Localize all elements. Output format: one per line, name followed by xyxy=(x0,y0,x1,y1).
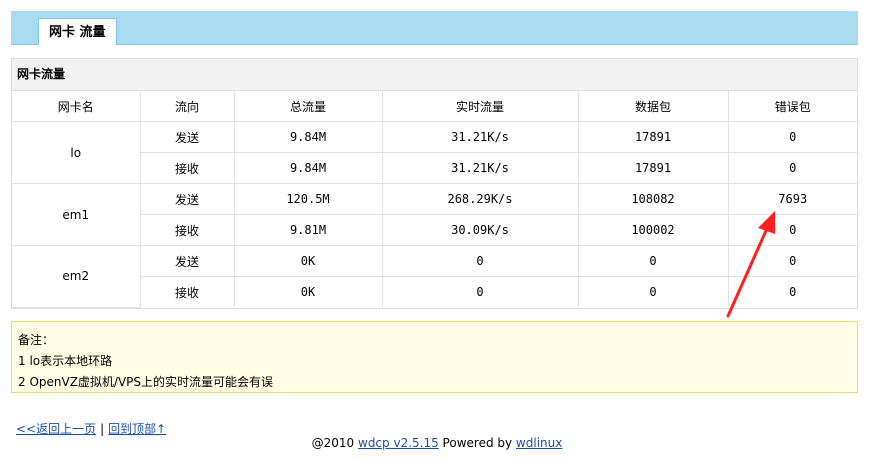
footer: @2010 wdcp v2.5.15 Powered by wdlinux xyxy=(0,436,874,450)
total-cell: 0K xyxy=(233,276,383,307)
brand-link[interactable]: wdlinux xyxy=(516,436,562,450)
panel-title: 网卡流量 xyxy=(12,59,857,91)
back-to-top-link[interactable]: 回到顶部↑ xyxy=(108,422,166,436)
direction-cell: 接收 xyxy=(140,214,235,246)
errors-cell: 0 xyxy=(727,152,857,184)
column-header: 错误包 xyxy=(727,91,857,122)
total-cell: 9.84M xyxy=(233,121,383,153)
note-box: 备注： 1 lo表示本地环路 2 OpenVZ虚拟机/VPS上的实时流量可能会有… xyxy=(11,321,858,393)
packets-cell: 100002 xyxy=(577,214,729,246)
back-link[interactable]: <<返回上一页 xyxy=(16,422,96,436)
traffic-panel: 网卡流量 网卡名 流向 总流量 实时流量 数据包 错误包 lo 发送 9.84M… xyxy=(11,58,858,309)
direction-cell: 发送 xyxy=(139,245,235,277)
total-cell: 0K xyxy=(233,245,383,277)
footer-powered-by: Powered by xyxy=(438,436,516,450)
packets-cell: 17891 xyxy=(577,121,729,153)
direction-cell: 发送 xyxy=(139,183,235,215)
table-row: em2 发送 0K 0 0 0 xyxy=(12,245,857,308)
rate-cell: 30.09K/s xyxy=(381,214,579,246)
rate-cell: 0 xyxy=(381,245,579,277)
rate-cell: 268.29K/s xyxy=(381,183,579,215)
note-title: 备注： xyxy=(18,333,55,347)
packets-cell: 0 xyxy=(577,276,729,307)
column-header: 流向 xyxy=(139,91,235,122)
tab-nic-traffic[interactable]: 网卡 流量 xyxy=(38,18,117,45)
nav-separator: | xyxy=(100,422,105,436)
interface-name: em1 xyxy=(12,183,141,246)
errors-cell: 7693 xyxy=(727,183,857,215)
traffic-table: 网卡名 流向 总流量 实时流量 数据包 错误包 lo 发送 9.84M 31.2… xyxy=(12,91,857,308)
errors-cell: 0 xyxy=(727,276,857,307)
packets-cell: 0 xyxy=(577,245,729,277)
errors-cell: 0 xyxy=(727,214,857,246)
page-header: 网卡 流量 xyxy=(11,11,858,45)
direction-cell: 发送 xyxy=(139,121,235,153)
errors-cell: 0 xyxy=(727,121,857,153)
note-line: 2 OpenVZ虚拟机/VPS上的实时流量可能会有误 xyxy=(18,375,274,389)
column-header: 实时流量 xyxy=(381,91,579,122)
rate-cell: 0 xyxy=(381,276,579,307)
direction-cell: 接收 xyxy=(140,152,235,184)
table-row: lo 发送 9.84M 31.21K/s 17891 0 xyxy=(12,121,857,184)
bottom-nav: <<返回上一页 | 回到顶部↑ xyxy=(16,420,166,437)
table-header-row: 网卡名 流向 总流量 实时流量 数据包 错误包 xyxy=(12,91,857,122)
total-cell: 120.5M xyxy=(233,183,383,215)
packets-cell: 17891 xyxy=(577,152,729,184)
column-header: 数据包 xyxy=(577,91,729,122)
rate-cell: 31.21K/s xyxy=(381,152,579,184)
errors-cell: 0 xyxy=(727,245,857,277)
note-line: 1 lo表示本地环路 xyxy=(18,354,113,368)
packets-cell: 108082 xyxy=(577,183,729,215)
rate-cell: 31.21K/s xyxy=(381,121,579,153)
interface-name: lo xyxy=(12,121,141,184)
total-cell: 9.84M xyxy=(233,152,383,184)
column-header: 网卡名 xyxy=(12,91,141,122)
column-header: 总流量 xyxy=(233,91,383,122)
total-cell: 9.81M xyxy=(233,214,383,246)
interface-name: em2 xyxy=(12,245,141,308)
footer-copyright: @2010 xyxy=(311,436,358,450)
product-link[interactable]: wdcp v2.5.15 xyxy=(358,436,439,450)
table-row: em1 发送 120.5M 268.29K/s 108082 7693 xyxy=(12,183,857,246)
direction-cell: 接收 xyxy=(140,276,235,307)
